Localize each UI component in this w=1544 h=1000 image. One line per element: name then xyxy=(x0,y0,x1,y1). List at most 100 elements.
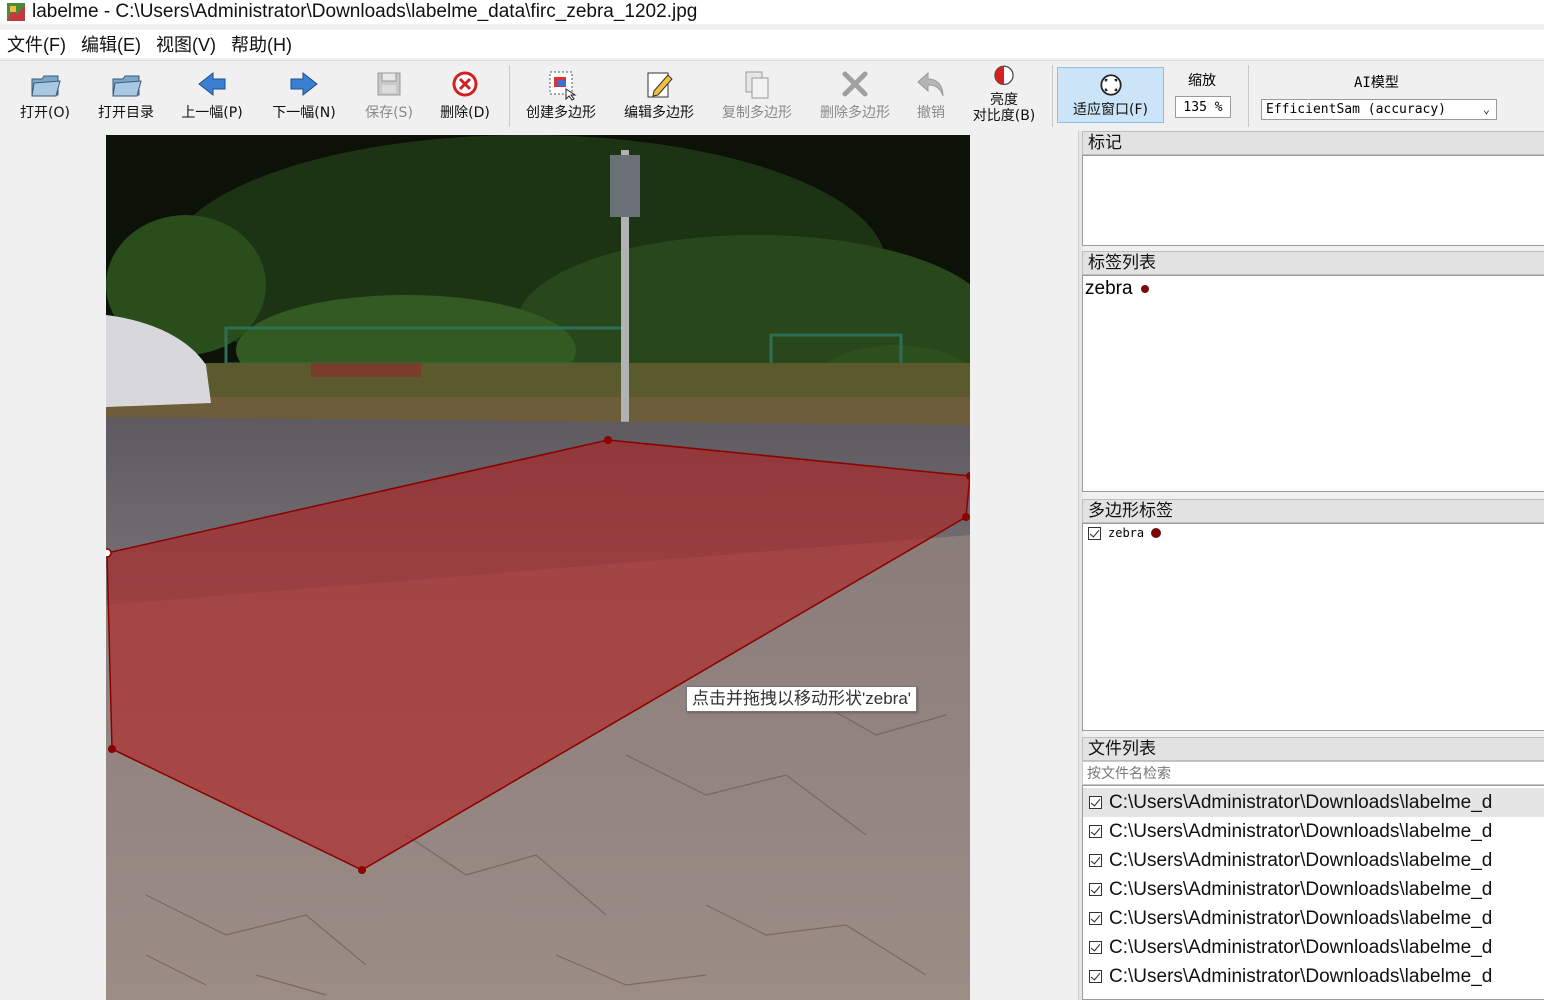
menu-file[interactable]: 文件(F) xyxy=(0,31,74,57)
title-bar: labelme - C:\Users\Administrator\Downloa… xyxy=(0,0,1544,24)
prev-image-label: 上一幅(P) xyxy=(181,105,243,121)
open-label: 打开(O) xyxy=(20,105,70,121)
open-dir-button[interactable]: 打开目录 xyxy=(92,63,160,127)
file-list-item[interactable]: C:\Users\Administrator\Downloads\labelme… xyxy=(1083,962,1544,991)
labelme-app-icon xyxy=(7,3,25,21)
file-path: C:\Users\Administrator\Downloads\labelme… xyxy=(1109,820,1493,842)
menu-edit[interactable]: 编辑(E) xyxy=(74,31,149,57)
next-image-button[interactable]: 下一幅(N) xyxy=(268,63,340,127)
file-list-dock: 文件列表 按文件名检索 C:\Users\Administrator\Downl… xyxy=(1082,737,1544,1000)
polygon-color-dot xyxy=(1151,528,1162,538)
edit-polygon-button[interactable]: 编辑多边形 xyxy=(618,63,700,127)
polygon-visible-checkbox[interactable] xyxy=(1088,526,1101,540)
file-list-item[interactable]: C:\Users\Administrator\Downloads\labelme… xyxy=(1083,817,1544,846)
file-checkbox[interactable] xyxy=(1089,883,1102,896)
polygon-vertex[interactable] xyxy=(358,866,366,874)
toolbar-separator xyxy=(1248,65,1249,127)
delete-file-label: 删除(D) xyxy=(440,105,490,121)
file-list[interactable]: C:\Users\Administrator\Downloads\labelme… xyxy=(1082,785,1544,1000)
shape-tooltip: 点击并拖拽以移动形状'zebra' xyxy=(686,686,918,712)
polygon-vertex[interactable] xyxy=(108,745,116,753)
file-list-item[interactable]: C:\Users\Administrator\Downloads\labelme… xyxy=(1083,875,1544,904)
brightness-contrast-button[interactable]: 亮度 对比度(B) xyxy=(964,60,1044,124)
polygon-vertex[interactable] xyxy=(106,548,112,558)
file-list-item[interactable]: C:\Users\Administrator\Downloads\labelme… xyxy=(1083,788,1544,817)
arrow-right-icon xyxy=(290,71,318,97)
copy-icon xyxy=(745,71,769,99)
flags-list[interactable] xyxy=(1082,155,1544,246)
chevron-down-icon: ⌄ xyxy=(1482,102,1490,116)
file-search-input[interactable]: 按文件名检索 xyxy=(1082,761,1544,785)
polygon-labels-dock: 多边形标签 zebra xyxy=(1082,499,1544,731)
label-name: zebra xyxy=(1085,278,1133,299)
ai-model-value: EfficientSam (accuracy) xyxy=(1266,102,1447,117)
copy-polygon-label: 复制多边形 xyxy=(722,105,792,121)
open-folder-icon xyxy=(31,75,61,97)
delete-circle-icon xyxy=(452,71,478,97)
list-item[interactable]: zebra xyxy=(1085,278,1149,300)
open-button[interactable]: 打开(O) xyxy=(12,63,78,127)
delete-polygon-label: 删除多边形 xyxy=(820,105,890,121)
save-label: 保存(S) xyxy=(365,105,413,121)
label-color-dot xyxy=(1140,284,1149,293)
polygon-labels-title: 多边形标签 xyxy=(1082,499,1544,523)
undo-label: 撤销 xyxy=(917,105,945,121)
file-checkbox[interactable] xyxy=(1089,941,1102,954)
file-list-item[interactable]: C:\Users\Administrator\Downloads\labelme… xyxy=(1083,933,1544,962)
open-directory-icon xyxy=(112,75,142,97)
label-list-title: 标签列表 xyxy=(1082,251,1544,275)
next-image-label: 下一幅(N) xyxy=(272,105,336,121)
file-checkbox[interactable] xyxy=(1089,825,1102,838)
prev-image-button[interactable]: 上一幅(P) xyxy=(176,63,248,127)
brightness-contrast-icon xyxy=(994,65,1014,86)
delete-file-button[interactable]: 删除(D) xyxy=(436,63,494,127)
toolbar-separator xyxy=(509,65,510,127)
image-canvas[interactable]: 点击并拖拽以移动形状'zebra' xyxy=(0,131,1078,1000)
ai-model-select[interactable]: EfficientSam (accuracy) ⌄ xyxy=(1261,99,1497,120)
open-dir-label: 打开目录 xyxy=(98,105,154,121)
menu-bar: 文件(F) 编辑(E) 视图(V) 帮助(H) xyxy=(0,30,1544,58)
undo-button[interactable]: 撤销 xyxy=(908,63,954,127)
window-title: labelme - C:\Users\Administrator\Downloa… xyxy=(32,1,698,22)
polygon-vertex[interactable] xyxy=(962,513,970,521)
file-path: C:\Users\Administrator\Downloads\labelme… xyxy=(1109,849,1493,871)
polygon-label-name: zebra xyxy=(1108,526,1145,540)
file-path: C:\Users\Administrator\Downloads\labelme… xyxy=(1109,965,1493,987)
file-list-item[interactable]: C:\Users\Administrator\Downloads\labelme… xyxy=(1083,904,1544,933)
fit-window-label: 适应窗口(F) xyxy=(1073,102,1148,118)
file-checkbox[interactable] xyxy=(1089,796,1102,809)
file-path: C:\Users\Administrator\Downloads\labelme… xyxy=(1109,936,1493,958)
zoom-spinbox[interactable]: 135 % xyxy=(1175,96,1231,118)
menu-help[interactable]: 帮助(H) xyxy=(224,31,300,57)
create-polygon-button[interactable]: 创建多边形 xyxy=(520,63,602,127)
flags-dock: 标记 xyxy=(1082,131,1544,246)
brightness-label-line1: 亮度 xyxy=(990,92,1018,108)
copy-polygon-button[interactable]: 复制多边形 xyxy=(716,63,798,127)
floppy-disk-icon xyxy=(377,72,401,96)
file-path: C:\Users\Administrator\Downloads\labelme… xyxy=(1109,907,1493,929)
toolbar: 打开(O) 打开目录 上一幅(P) 下一幅(N) 保存(S) 删除(D) 创建多… xyxy=(0,60,1544,132)
flags-title: 标记 xyxy=(1082,131,1544,155)
file-list-item[interactable]: C:\Users\Administrator\Downloads\labelme… xyxy=(1083,846,1544,875)
ai-model-label: AI模型 xyxy=(1354,75,1399,91)
list-item[interactable]: zebra xyxy=(1088,526,1162,540)
file-checkbox[interactable] xyxy=(1089,912,1102,925)
file-checkbox[interactable] xyxy=(1089,970,1102,983)
toolbar-separator xyxy=(1052,65,1053,127)
brightness-label-line2: 对比度(B) xyxy=(972,108,1036,124)
create-polygon-label: 创建多边形 xyxy=(526,105,596,121)
file-checkbox[interactable] xyxy=(1089,854,1102,867)
polygon-labels-list[interactable]: zebra xyxy=(1082,523,1544,731)
file-list-title: 文件列表 xyxy=(1082,737,1544,761)
edit-pencil-icon xyxy=(647,72,673,98)
street-photo xyxy=(106,135,970,1000)
create-polygon-icon xyxy=(549,71,577,101)
save-button[interactable]: 保存(S) xyxy=(360,63,418,127)
fit-window-button[interactable]: 适应窗口(F) xyxy=(1057,67,1164,123)
fit-window-icon xyxy=(1099,74,1122,96)
label-list[interactable]: zebra xyxy=(1082,275,1544,492)
delete-polygon-button[interactable]: 删除多边形 xyxy=(814,63,896,127)
polygon-vertex[interactable] xyxy=(604,436,612,444)
zoom-label: 缩放 xyxy=(1188,73,1216,89)
menu-view[interactable]: 视图(V) xyxy=(149,31,224,57)
